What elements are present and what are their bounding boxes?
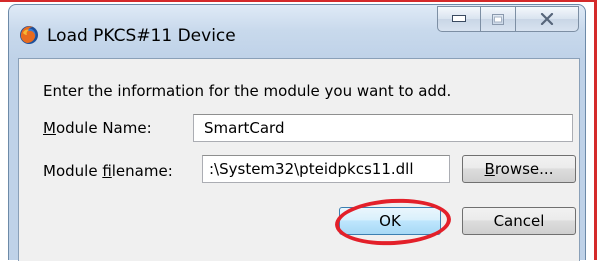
module-filename-label-suffix: ilename: (111, 162, 173, 180)
maximize-icon (492, 13, 504, 25)
browse-accesskey: B (484, 160, 495, 178)
module-filename-label-prefix: Module (43, 162, 103, 180)
browse-label: rowse... (494, 160, 554, 178)
maximize-button[interactable] (480, 6, 516, 32)
dialog-window: Load PKCS#11 Device Enter the informatio… (8, 4, 586, 261)
module-name-accesskey: M (43, 119, 56, 137)
close-button[interactable] (515, 6, 579, 32)
minimize-button[interactable] (437, 6, 481, 32)
instruction-text: Enter the information for the module you… (43, 82, 452, 100)
window-title: Load PKCS#11 Device (47, 26, 236, 46)
annotation-circle (333, 195, 453, 249)
module-filename-accesskey: f (102, 162, 112, 180)
module-name-label-suffix: odule Name: (55, 119, 152, 137)
close-icon (540, 13, 554, 25)
module-name-label: Module Name: (43, 119, 152, 137)
annotation-edge-top (0, 0, 597, 2)
module-filename-input[interactable]: :\System32\pteidpkcs11.dll (202, 155, 450, 183)
browse-button[interactable]: Browse... (462, 155, 576, 183)
cancel-button[interactable]: Cancel (462, 207, 576, 235)
module-filename-label: Module filename: (43, 162, 173, 180)
title-bar[interactable]: Load PKCS#11 Device (9, 5, 585, 59)
dialog-body: Enter the information for the module you… (18, 58, 580, 261)
firefox-icon (19, 25, 39, 45)
minimize-icon (452, 15, 466, 22)
module-name-input[interactable]: SmartCard (193, 114, 573, 142)
